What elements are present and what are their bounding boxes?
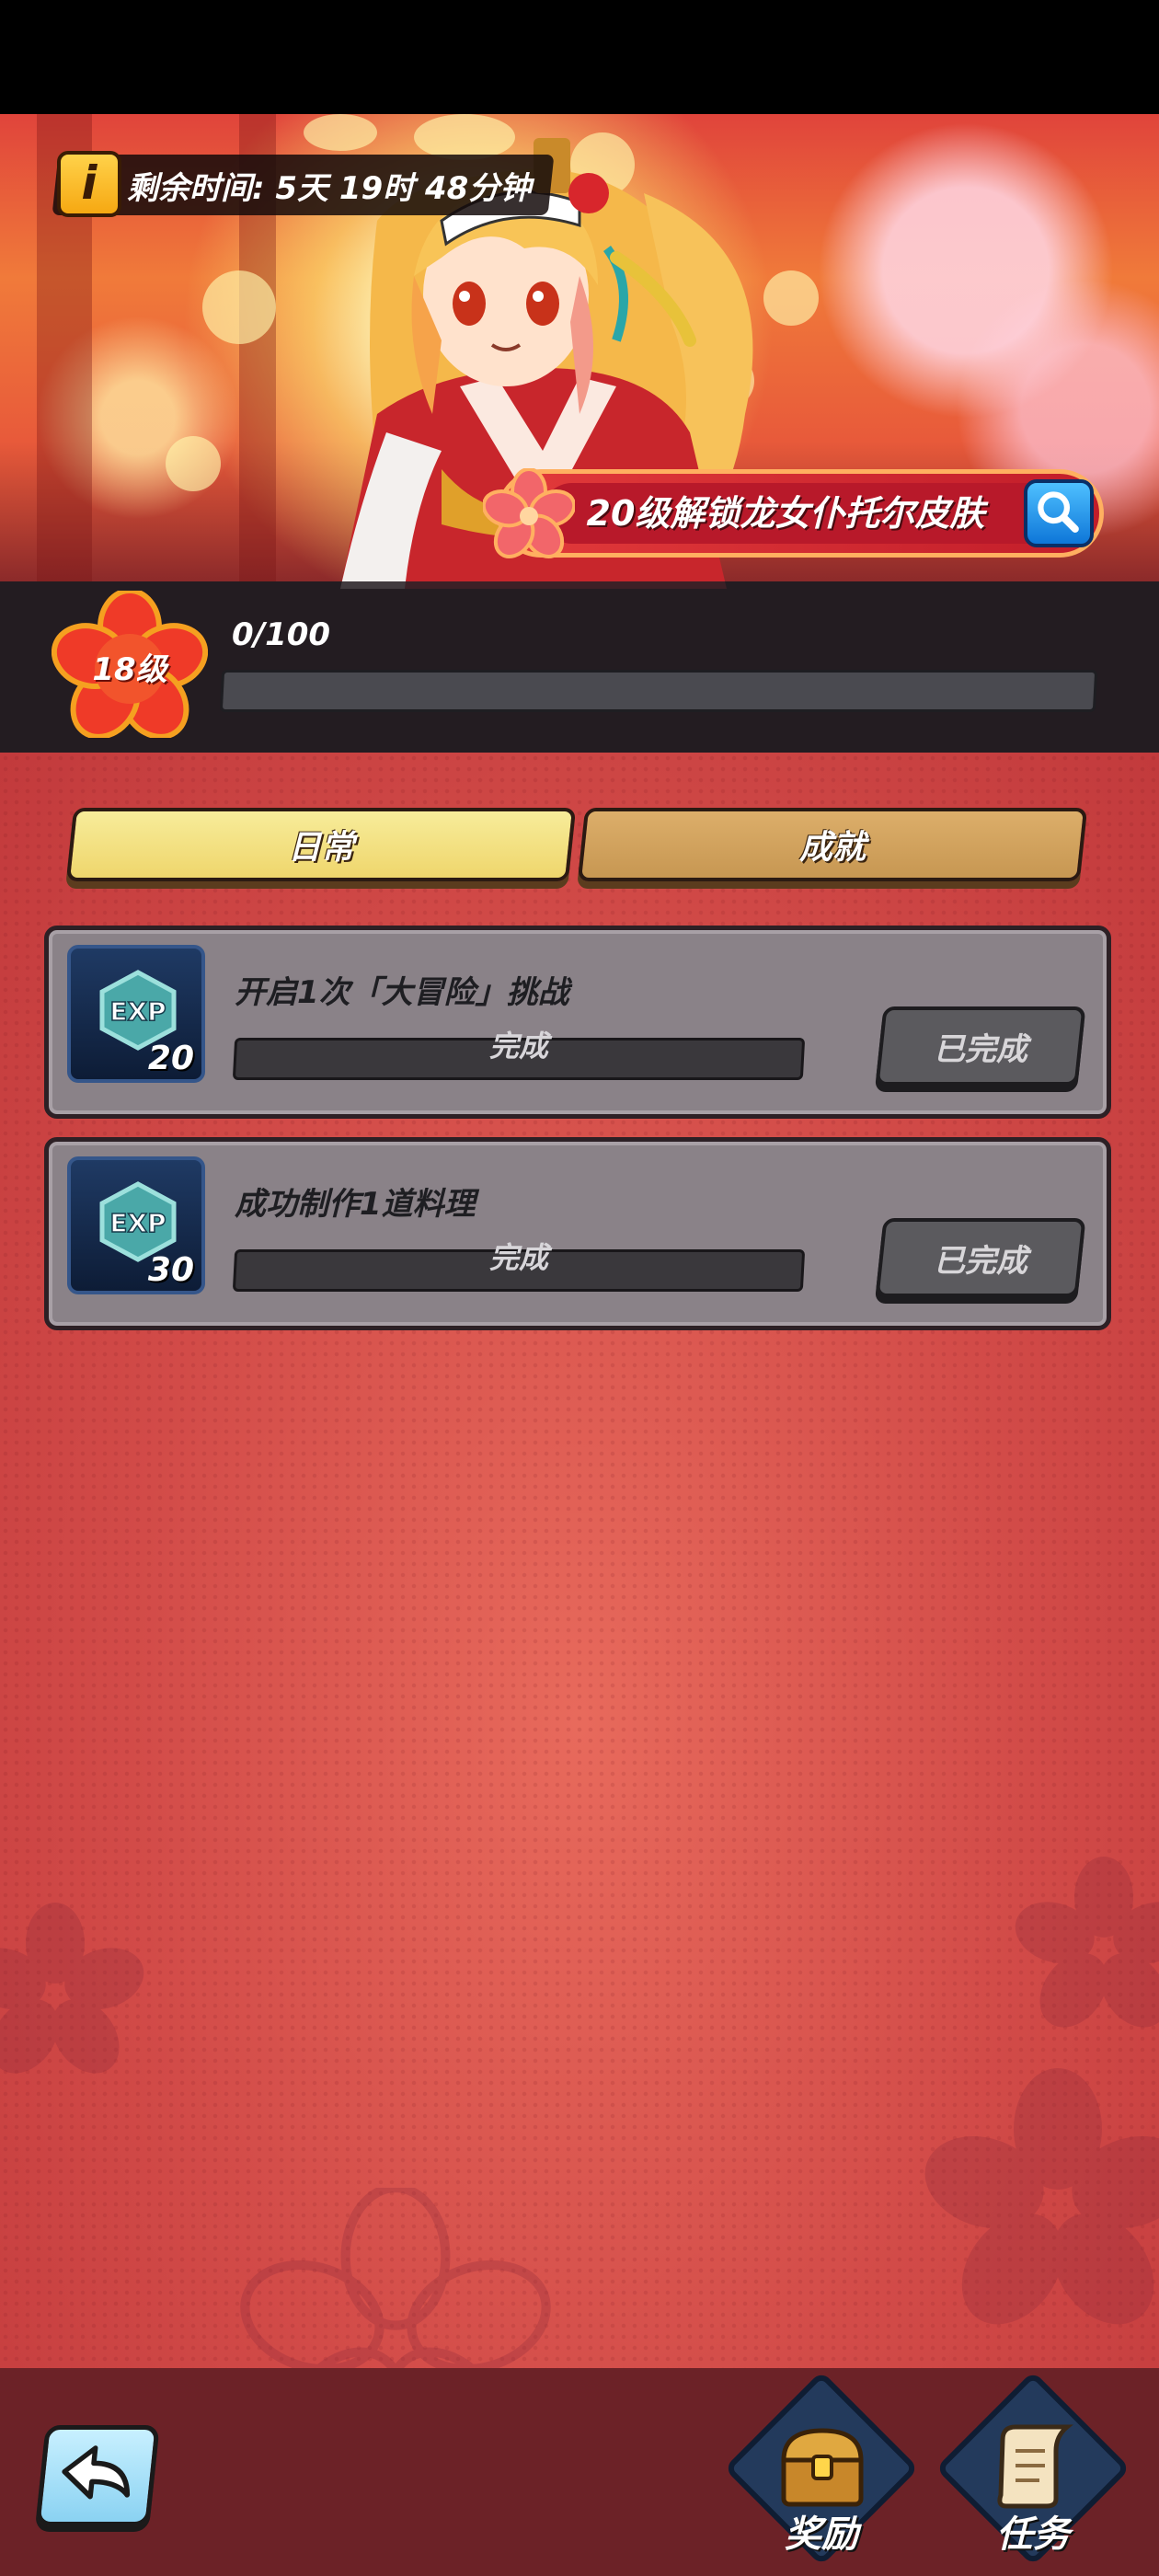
bokeh-light — [166, 436, 221, 491]
remaining-time-box: 剩余时间: 5天 19时 48分钟 — [52, 155, 555, 215]
exp-amount: 20 — [147, 1040, 194, 1077]
task-title: 成功制作1道料理 — [235, 1186, 476, 1223]
exp-progress-fill — [222, 673, 225, 709]
task-progress-text: 完成 — [488, 1029, 548, 1064]
exp-progress-bar — [219, 670, 1098, 712]
remaining-time-text: 剩余时间: 5天 19时 48分钟 — [127, 169, 532, 207]
treasure-chest-icon — [781, 2428, 864, 2507]
nav-tasks-label: 任务 — [996, 2513, 1070, 2556]
skin-unlock-banner[interactable]: 20级解锁龙女仆托尔皮肤 — [483, 468, 1104, 558]
status-bar — [0, 0, 1159, 114]
decorative-flower — [0, 1903, 144, 2074]
info-icon[interactable]: i — [57, 151, 121, 217]
exp-amount: 30 — [147, 1251, 194, 1289]
exp-progress-text: 0/100 — [232, 616, 331, 653]
task-title: 开启1次「大冒险」挑战 — [235, 974, 569, 1011]
scroll-quill-icon — [997, 2424, 1073, 2509]
decorative-flower — [924, 2068, 1159, 2325]
exp-badge-text: EXP — [109, 1208, 166, 1238]
exp-reward-badge: EXP 20 — [67, 945, 205, 1083]
tab-achievements[interactable]: 成就 — [577, 808, 1088, 881]
skin-unlock-text: 20级解锁龙女仆托尔皮肤 — [586, 493, 985, 534]
exp-badge-text: EXP — [109, 996, 166, 1027]
sakura-flower-icon — [483, 468, 575, 558]
search-button[interactable] — [1024, 479, 1094, 547]
search-icon — [1038, 491, 1079, 533]
bokeh-light — [202, 270, 276, 344]
task-completed-button[interactable]: 已完成 — [875, 1218, 1086, 1297]
task-completed-button[interactable]: 已完成 — [875, 1006, 1086, 1086]
tab-daily[interactable]: 日常 — [65, 808, 577, 881]
task-progress-text: 完成 — [488, 1240, 548, 1275]
decorative-flower — [1015, 1857, 1159, 2028]
task-completed-label: 已完成 — [934, 1030, 1027, 1068]
level-label: 18级 — [92, 651, 167, 688]
task-completed-label: 已完成 — [934, 1242, 1027, 1280]
back-arrow-icon — [62, 2445, 131, 2500]
nav-rewards-label: 奖励 — [785, 2513, 858, 2556]
tab-achievements-label: 成就 — [798, 829, 866, 867]
back-button[interactable] — [35, 2425, 160, 2526]
tab-daily-label: 日常 — [287, 829, 354, 867]
decorative-flower — [240, 2188, 551, 2368]
exp-reward-badge: EXP 30 — [67, 1156, 205, 1294]
